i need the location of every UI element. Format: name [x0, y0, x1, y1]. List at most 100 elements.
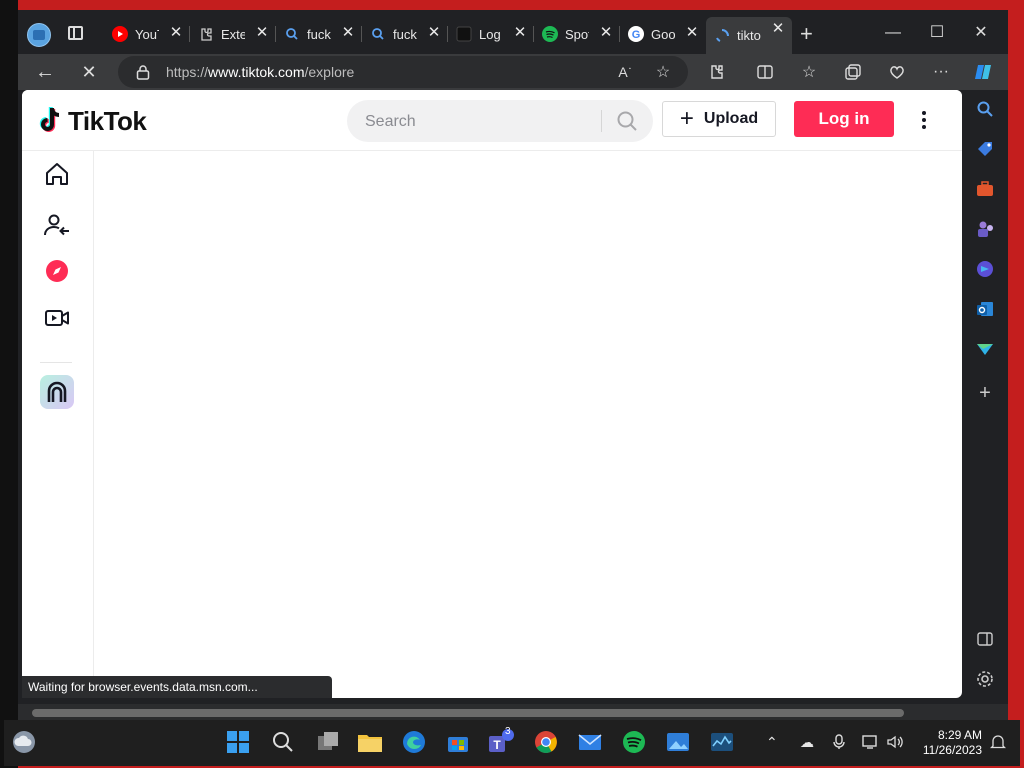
microsoft-365-icon[interactable]	[974, 258, 996, 280]
drop-send-icon[interactable]	[974, 338, 996, 360]
maximize-button[interactable]: ☐	[914, 18, 960, 48]
onedrive-cloud-icon[interactable]: ☁	[800, 734, 814, 751]
search-icon	[370, 26, 386, 42]
tools-briefcase-icon[interactable]	[974, 178, 996, 200]
back-arrow-icon[interactable]: ←	[34, 61, 56, 83]
tiktok-logo-icon[interactable]	[38, 106, 64, 134]
teams-icon[interactable]: T3	[486, 726, 514, 756]
add-icon[interactable]: +	[974, 382, 996, 404]
sidebar-divider	[40, 362, 72, 363]
horizontal-scrollbar[interactable]	[18, 704, 1008, 720]
clock-date: 11/26/2023	[922, 743, 982, 757]
tab-title: Google	[651, 26, 675, 42]
new-tab-button[interactable]: +	[800, 23, 813, 45]
live-icon[interactable]	[42, 303, 72, 333]
tab-google[interactable]: G Google ✕	[619, 21, 706, 47]
search-icon	[284, 26, 300, 42]
close-icon[interactable]: ✕	[254, 25, 270, 41]
favorite-star-icon[interactable]: ☆	[652, 61, 674, 83]
search-box	[347, 100, 653, 142]
profile-avatar[interactable]	[27, 23, 51, 47]
weather-widget-icon[interactable]	[10, 728, 38, 756]
search-icon[interactable]	[974, 98, 996, 120]
home-icon[interactable]	[42, 159, 72, 189]
extensions-icon[interactable]	[706, 61, 728, 83]
plus-icon: +	[679, 105, 694, 132]
file-explorer-icon[interactable]	[356, 728, 384, 756]
close-icon[interactable]: ✕	[168, 25, 184, 41]
browser-window: YouTube ✕ Extensions ✕ fuck ✕ fuck ✕ Log…	[18, 10, 1008, 720]
microsoft-store-icon[interactable]	[444, 728, 472, 756]
browser-toolbar: ← ✕ https://www.tiktok.com/explore A͘ ☆ …	[18, 54, 1008, 90]
tiktok-logo-text[interactable]: TikTok	[68, 106, 147, 137]
edge-browser-icon[interactable]	[400, 728, 428, 756]
tab-spotify[interactable]: Spotify ✕	[533, 21, 620, 47]
following-icon[interactable]	[42, 211, 72, 241]
shopping-tag-icon[interactable]	[974, 138, 996, 160]
volume-icon[interactable]	[886, 734, 904, 753]
tiktok-header: TikTok + Upload Log in	[22, 90, 962, 151]
collections-icon[interactable]	[842, 61, 864, 83]
more-menu-icon[interactable]: ···	[930, 61, 952, 83]
explore-icon[interactable]	[42, 256, 72, 286]
upload-button[interactable]: + Upload	[662, 101, 776, 137]
youtube-icon	[112, 26, 128, 42]
minimize-button[interactable]: —	[870, 18, 916, 48]
microphone-icon[interactable]	[832, 734, 846, 753]
close-icon[interactable]: ✕	[340, 25, 356, 41]
tab-search-1[interactable]: fuck ✕	[275, 21, 362, 47]
tab-tiktok-active[interactable]: tiktok ✕	[706, 17, 792, 54]
copilot-icon[interactable]	[972, 61, 994, 83]
chrome-icon[interactable]	[532, 728, 560, 756]
tab-search-2[interactable]: fuck ✕	[361, 21, 448, 47]
more-options-icon[interactable]	[914, 108, 934, 132]
read-aloud-icon[interactable]: A͘	[612, 61, 634, 83]
web-content: TikTok + Upload Log in	[22, 90, 962, 698]
extensions-icon	[198, 26, 214, 42]
close-window-button[interactable]: ✕	[958, 18, 1004, 48]
close-icon[interactable]: ✕	[684, 25, 700, 41]
windows-start-icon[interactable]	[224, 728, 252, 756]
games-icon[interactable]	[974, 218, 996, 240]
tab-extensions[interactable]: Extensions ✕	[189, 21, 276, 47]
show-hidden-icons-icon[interactable]: ⌃	[766, 734, 778, 751]
url-text: https://www.tiktok.com/explore	[166, 64, 355, 80]
mail-icon[interactable]	[576, 728, 604, 756]
address-bar[interactable]: https://www.tiktok.com/explore A͘ ☆	[118, 56, 688, 88]
tab-title: Extensions	[221, 26, 245, 42]
search-divider	[601, 110, 602, 132]
task-view-icon[interactable]	[314, 728, 342, 756]
search-icon[interactable]	[615, 109, 639, 133]
tab-youtube[interactable]: YouTube ✕	[104, 21, 190, 47]
creator-avatar[interactable]	[40, 375, 74, 409]
lock-icon[interactable]	[132, 61, 154, 83]
system-clock[interactable]: 8:29 AM 11/26/2023	[916, 728, 982, 758]
outlook-icon[interactable]	[974, 298, 996, 320]
browser-essentials-icon[interactable]	[886, 61, 908, 83]
stop-loading-icon[interactable]: ✕	[78, 61, 100, 83]
split-screen-icon[interactable]	[754, 61, 776, 83]
clock-time: 8:29 AM	[937, 728, 982, 742]
network-icon[interactable]	[862, 734, 880, 753]
loading-spinner-icon	[714, 28, 730, 44]
favorites-icon[interactable]: ☆	[798, 61, 820, 83]
edge-sidebar: +	[964, 90, 1008, 720]
login-button[interactable]: Log in	[794, 101, 894, 137]
scroll-thumb[interactable]	[32, 709, 904, 717]
tab-log[interactable]: Log ✕	[447, 21, 534, 47]
task-manager-icon[interactable]	[708, 728, 736, 756]
tab-actions-icon[interactable]	[68, 26, 83, 40]
notifications-icon[interactable]	[989, 734, 1007, 753]
hide-sidebar-icon[interactable]	[974, 628, 996, 650]
spotify-icon	[542, 26, 558, 42]
close-icon[interactable]: ✕	[770, 21, 786, 37]
search-input[interactable]	[363, 110, 597, 134]
close-icon[interactable]: ✕	[512, 25, 528, 41]
photos-icon[interactable]	[664, 728, 692, 756]
close-icon[interactable]: ✕	[426, 25, 442, 41]
windows-taskbar: T3 ⌃ ☁ 8:29 AM 11/26/2023	[4, 720, 1020, 766]
settings-gear-icon[interactable]	[974, 668, 996, 690]
close-icon[interactable]: ✕	[598, 25, 614, 41]
taskbar-search-icon[interactable]	[269, 728, 297, 756]
spotify-icon[interactable]	[620, 728, 648, 756]
